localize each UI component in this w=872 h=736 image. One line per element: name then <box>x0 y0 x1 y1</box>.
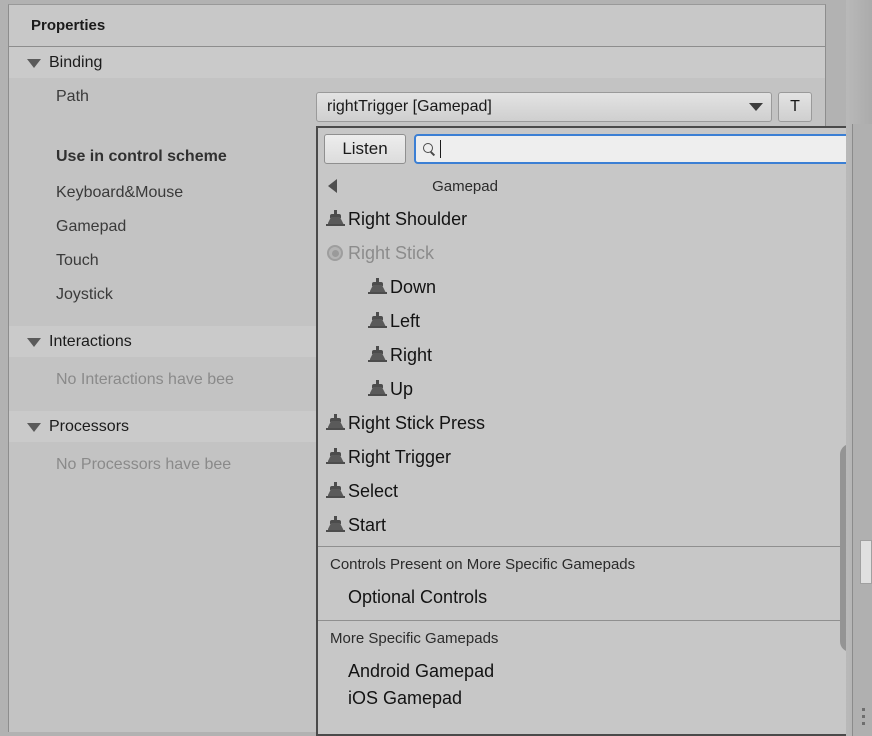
foldout-processors-label: Processors <box>49 418 129 436</box>
path-dropdown[interactable]: rightTrigger [Gamepad] <box>316 92 772 122</box>
list-item[interactable]: Select <box>318 474 872 508</box>
interactions-empty-text: No Interactions have bee <box>56 371 234 389</box>
button-control-icon <box>368 379 387 399</box>
stick-control-icon <box>326 243 345 263</box>
button-control-icon <box>368 345 387 365</box>
path-dropdown-value: rightTrigger [Gamepad] <box>327 98 492 116</box>
control-list: Right Shoulder Right Stick Down Left Rig… <box>318 202 872 542</box>
window-right-edge <box>846 0 872 736</box>
menu-item-label: iOS Gamepad <box>348 690 462 709</box>
popup-toolbar: Listen <box>318 128 872 170</box>
popup-breadcrumb: Gamepad <box>318 170 872 202</box>
control-scheme-label: Gamepad <box>56 218 126 236</box>
list-item-label: Right Stick Press <box>348 413 485 434</box>
chevron-down-icon <box>27 338 41 347</box>
button-control-icon <box>326 209 345 229</box>
arrow-left-icon[interactable] <box>328 179 337 193</box>
listen-button[interactable]: Listen <box>324 134 406 164</box>
list-item[interactable]: Right Stick <box>318 236 872 270</box>
list-item[interactable]: Right Trigger <box>318 440 872 474</box>
button-control-icon <box>326 413 345 433</box>
path-text-toggle-label: T <box>790 98 800 116</box>
window-scroll-notch[interactable] <box>860 540 872 584</box>
text-cursor <box>440 140 441 158</box>
list-item-label: Right Trigger <box>348 447 451 468</box>
list-item-label: Right Shoulder <box>348 209 467 230</box>
window-right-edge-inner <box>852 124 872 736</box>
menu-item-ios-gamepad[interactable]: iOS Gamepad <box>318 690 872 710</box>
list-item[interactable]: Up <box>318 372 872 406</box>
search-input[interactable] <box>414 134 850 164</box>
list-item-label: Start <box>348 515 386 536</box>
control-picker-popup: Listen Gamepad Right Shoulder Right Stic… <box>316 126 872 736</box>
list-item-label: Right Stick <box>348 243 434 264</box>
group-heading-optional-controls: Controls Present on More Specific Gamepa… <box>318 547 872 578</box>
menu-item-label: Android Gamepad <box>348 661 494 682</box>
foldout-binding[interactable]: Binding <box>9 47 825 78</box>
button-control-icon <box>368 311 387 331</box>
use-in-control-scheme-label: Use in control scheme <box>56 148 227 166</box>
foldout-binding-label: Binding <box>49 54 102 72</box>
path-text-toggle-button[interactable]: T <box>778 92 812 122</box>
list-item[interactable]: Right <box>318 338 872 372</box>
list-item[interactable]: Left <box>318 304 872 338</box>
list-item-label: Down <box>390 277 436 298</box>
breadcrumb-title: Gamepad <box>432 178 498 195</box>
list-item[interactable]: Right Shoulder <box>318 202 872 236</box>
group-heading-more-specific-gamepads: More Specific Gamepads <box>318 621 872 652</box>
foldout-interactions-label: Interactions <box>49 333 132 351</box>
button-control-icon <box>326 481 345 501</box>
menu-item-label: Optional Controls <box>348 587 487 608</box>
path-label: Path <box>56 88 89 106</box>
screen-root: Properties Binding Path Use in control s… <box>0 0 872 736</box>
menu-item-android-gamepad[interactable]: Android Gamepad <box>318 652 872 690</box>
button-control-icon <box>326 515 345 535</box>
list-item-label: Left <box>390 311 420 332</box>
listen-button-label: Listen <box>342 139 387 159</box>
chevron-down-icon <box>27 423 41 432</box>
list-item-label: Right <box>390 345 432 366</box>
menu-item-optional-controls[interactable]: Optional Controls <box>318 578 872 616</box>
control-scheme-label: Keyboard&Mouse <box>56 184 183 202</box>
list-item[interactable]: Down <box>318 270 872 304</box>
resize-grip[interactable] <box>860 708 868 730</box>
list-item[interactable]: Right Stick Press <box>318 406 872 440</box>
processors-empty-text: No Processors have bee <box>56 456 231 474</box>
button-control-icon <box>368 277 387 297</box>
list-item[interactable]: Start <box>318 508 872 542</box>
path-field-group: rightTrigger [Gamepad] T <box>316 92 812 122</box>
list-item-label: Select <box>348 481 398 502</box>
chevron-down-icon <box>27 59 41 68</box>
button-control-icon <box>326 447 345 467</box>
control-scheme-label: Touch <box>56 252 99 270</box>
page-title: Properties <box>31 17 105 34</box>
control-scheme-label: Joystick <box>56 286 113 304</box>
chevron-down-icon <box>749 103 763 111</box>
list-item-label: Up <box>390 379 413 400</box>
inspector-header: Properties <box>9 5 825 47</box>
search-icon <box>422 142 436 156</box>
